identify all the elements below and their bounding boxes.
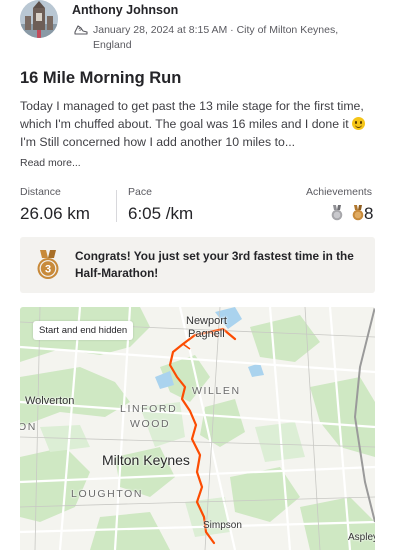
smiley-emoji-icon (352, 117, 366, 130)
pace-label: Pace (128, 186, 152, 198)
place-label-linford: LINFORD (120, 403, 178, 415)
silver-medal-icon (331, 205, 343, 221)
place-label-loughton: LOUGHTON (71, 488, 144, 500)
read-more-link[interactable]: Read more... (20, 157, 81, 169)
place-label-aspley: Aspley (348, 532, 375, 543)
activity-datetime-location: January 28, 2024 at 8:15 AM · City of Mi… (93, 24, 339, 51)
activity-meta: January 28, 2024 at 8:15 AM · City of Mi… (74, 23, 374, 53)
place-label-simpson: Simpson (203, 520, 242, 531)
pace-value: 6:05 /km (128, 204, 194, 223)
start-end-hidden-label: Start and end hidden (33, 321, 134, 340)
distance-label: Distance (20, 186, 61, 198)
achievement-icons[interactable] (330, 205, 365, 221)
description-text-part-1: Today I managed to get past the 13 mile … (20, 99, 364, 131)
description-text-part-2: I'm Still concerned how I add another 10… (20, 135, 296, 149)
distance-value: 26.06 km (20, 204, 90, 223)
achievements-count: 8 (364, 204, 374, 223)
activity-description: Today I managed to get past the 13 mile … (20, 97, 380, 151)
medal-number: 3 (45, 264, 51, 276)
stat-divider (116, 190, 117, 222)
achievement-text: Congrats! You just set your 3rd fastest … (75, 249, 354, 280)
bronze-medal-icon: 3 (37, 250, 59, 279)
place-label-pagnell: Pagnell (188, 328, 225, 340)
route-map[interactable]: Start and end hidden Newport Pagnell WIL… (20, 307, 375, 550)
avatar[interactable] (20, 0, 58, 38)
activity-header: Anthony Johnson January 28, 2024 at 8:15… (20, 0, 380, 56)
activity-title[interactable]: 16 Mile Morning Run (20, 69, 181, 88)
place-label-newport: Newport (186, 315, 227, 327)
achievement-banner[interactable]: 3 Congrats! You just set your 3rd fastes… (20, 237, 375, 293)
place-label-linford-wood: WOOD (130, 418, 171, 430)
athlete-name[interactable]: Anthony Johnson (72, 3, 178, 17)
place-label-willen: WILLEN (192, 385, 241, 397)
map-background (20, 307, 375, 550)
place-label-edge: ON (20, 421, 37, 433)
avatar-photo (20, 0, 58, 38)
place-label-milton-keynes: Milton Keynes (102, 452, 190, 468)
running-shoe-icon (74, 25, 88, 35)
place-label-wolverton: Wolverton (25, 395, 75, 407)
achievements-label: Achievements (306, 186, 372, 198)
